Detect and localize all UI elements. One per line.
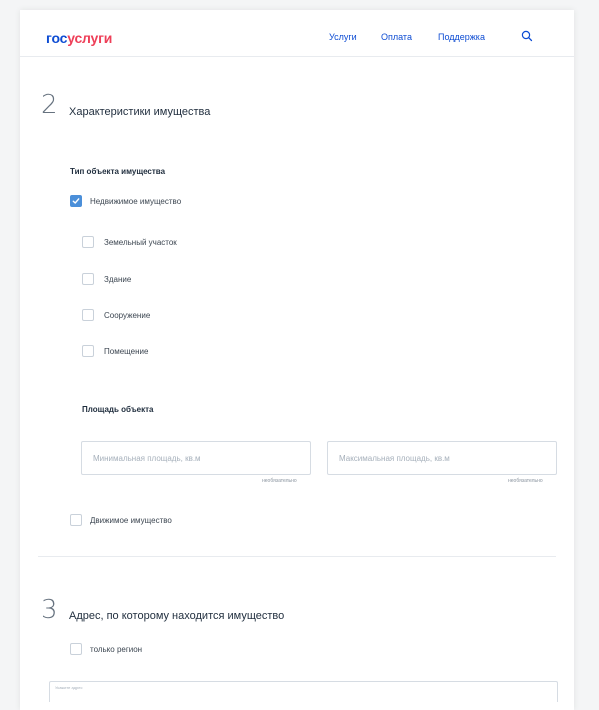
section-divider bbox=[38, 556, 556, 557]
structure-checkbox[interactable] bbox=[82, 309, 94, 321]
min-area-input[interactable]: Минимальная площадь, кв.м bbox=[81, 441, 311, 475]
header: госуслуги Услуги Оплата Поддержка bbox=[20, 10, 574, 57]
region-only-checkbox[interactable] bbox=[70, 643, 82, 655]
logo-part-gos: гос bbox=[46, 30, 68, 46]
max-area-placeholder: Максимальная площадь, кв.м bbox=[339, 454, 450, 463]
nav-link-services[interactable]: Услуги bbox=[329, 32, 357, 42]
property-type-label: Тип объекта имущества bbox=[70, 167, 166, 176]
region-only-label: только регион bbox=[90, 645, 143, 654]
land-plot-checkbox[interactable] bbox=[82, 236, 94, 248]
nav-link-support[interactable]: Поддержка bbox=[438, 32, 485, 42]
min-area-optional-note: необязательно bbox=[262, 478, 297, 484]
building-checkbox[interactable] bbox=[82, 273, 94, 285]
movable-property-label: Движимое имущество bbox=[90, 516, 172, 525]
address-input[interactable]: Укажите адрес bbox=[49, 681, 558, 702]
premises-label: Помещение bbox=[104, 347, 149, 356]
structure-label: Сооружение bbox=[104, 311, 151, 320]
gosuslugi-logo[interactable]: госуслуги bbox=[46, 30, 112, 46]
max-area-input[interactable]: Максимальная площадь, кв.м bbox=[327, 441, 557, 475]
search-icon[interactable] bbox=[520, 29, 534, 43]
checkmark-icon bbox=[72, 198, 80, 204]
logo-part-uslugi: услуги bbox=[67, 30, 113, 46]
land-plot-label: Земельный участок bbox=[104, 238, 177, 247]
section-title-address: Адрес, по которому находится имущество bbox=[69, 610, 285, 622]
real-estate-checkbox[interactable] bbox=[70, 195, 82, 207]
address-input-label: Укажите адрес bbox=[55, 685, 83, 690]
section-title-property: Характеристики имущества bbox=[69, 106, 211, 118]
nav-link-payment[interactable]: Оплата bbox=[381, 32, 412, 42]
step-number-2: 2 bbox=[41, 90, 58, 120]
min-area-placeholder: Минимальная площадь, кв.м bbox=[93, 454, 201, 463]
real-estate-label: Недвижимое имущество bbox=[90, 197, 182, 206]
area-label: Площадь объекта bbox=[82, 405, 154, 414]
building-label: Здание bbox=[104, 275, 132, 284]
movable-property-checkbox[interactable] bbox=[70, 514, 82, 526]
max-area-optional-note: необязательно bbox=[508, 478, 543, 484]
premises-checkbox[interactable] bbox=[82, 345, 94, 357]
step-number-3: 3 bbox=[41, 595, 58, 625]
page-card: госуслуги Услуги Оплата Поддержка 2 Хара… bbox=[20, 10, 574, 710]
